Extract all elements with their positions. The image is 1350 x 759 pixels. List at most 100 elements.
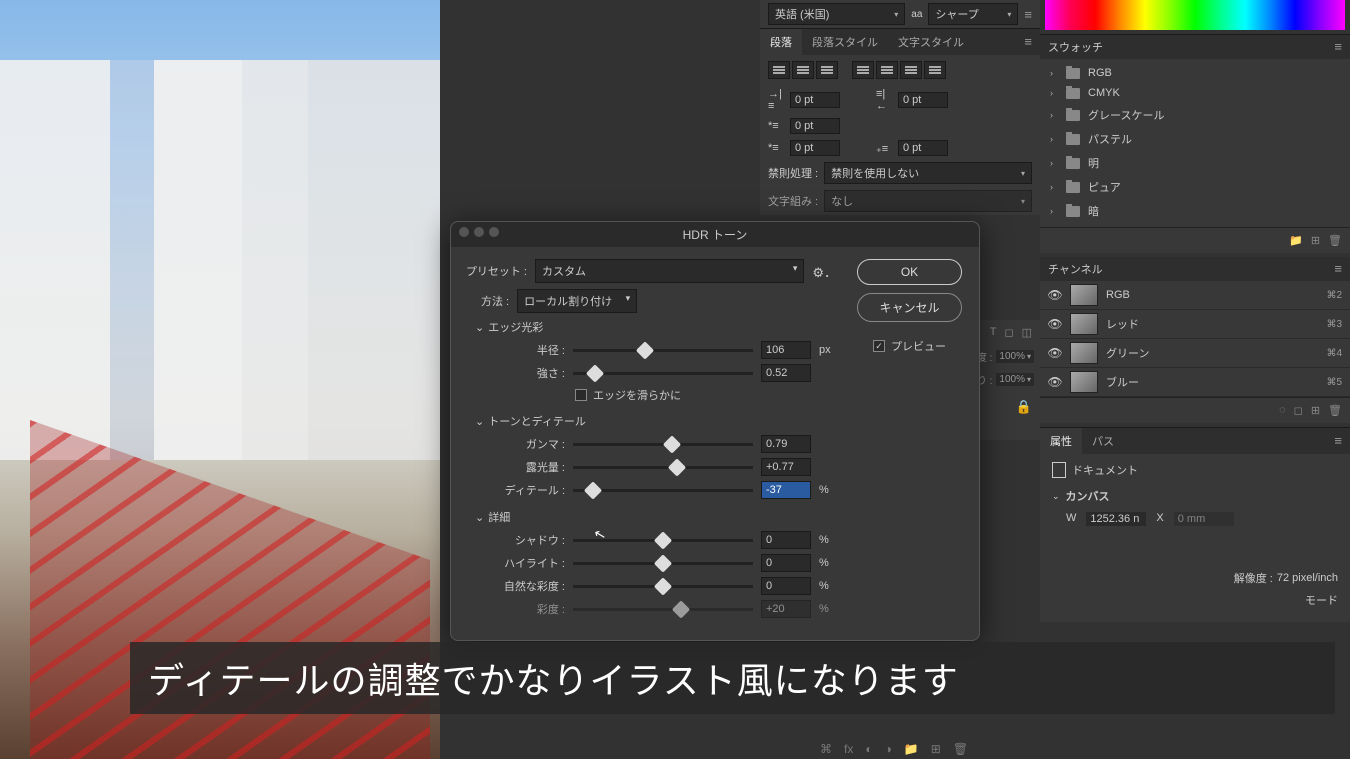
panel-menu-icon[interactable]: ≡ bbox=[1326, 428, 1350, 454]
opacity-value[interactable]: 100%▾ bbox=[996, 350, 1034, 363]
section-advanced[interactable]: ⌄詳細 bbox=[475, 509, 837, 525]
channel-rgb[interactable]: 👁 RGB⌘2 bbox=[1040, 281, 1350, 310]
zoom-icon[interactable] bbox=[489, 227, 499, 237]
swatch-group-pastel[interactable]: ›パステル bbox=[1040, 127, 1350, 151]
color-spectrum[interactable] bbox=[1045, 0, 1345, 30]
channel-blue[interactable]: 👁 ブルー⌘5 bbox=[1040, 368, 1350, 397]
lock-icon[interactable]: 🔒 bbox=[1016, 399, 1032, 414]
section-edge-glow[interactable]: ⌄エッジ光彩 bbox=[475, 319, 837, 335]
radius-value[interactable]: 106 bbox=[761, 341, 811, 359]
swatch-group-grayscale[interactable]: ›グレースケール bbox=[1040, 103, 1350, 127]
smart-icon[interactable]: ◫ bbox=[1022, 326, 1032, 339]
space-after-input[interactable] bbox=[898, 140, 948, 156]
ok-button[interactable]: OK bbox=[857, 259, 962, 285]
shadow-slider[interactable] bbox=[573, 539, 753, 542]
panel-menu-icon[interactable]: ≡ bbox=[1024, 7, 1032, 22]
folder-icon bbox=[1066, 88, 1080, 99]
panel-menu-icon[interactable]: ≡ bbox=[1334, 39, 1342, 55]
eye-icon[interactable]: 👁 bbox=[1048, 317, 1062, 331]
tab-paragraph-style[interactable]: 段落スタイル bbox=[802, 29, 888, 55]
eye-icon[interactable]: 👁 bbox=[1048, 375, 1062, 389]
new-channel-icon[interactable]: ⊞ bbox=[1311, 404, 1320, 417]
fx-icon[interactable]: fx bbox=[844, 742, 853, 756]
swatch-group-light[interactable]: ›明 bbox=[1040, 151, 1350, 175]
indent-first-input[interactable] bbox=[790, 118, 840, 134]
vibrance-value[interactable]: 0 bbox=[761, 577, 811, 595]
mojikumi-select[interactable]: なし ▾ bbox=[824, 190, 1032, 212]
highlight-slider[interactable] bbox=[573, 562, 753, 565]
save-selection-icon[interactable]: ◻ bbox=[1294, 404, 1303, 417]
shadow-value[interactable]: 0 bbox=[761, 531, 811, 549]
link-icon[interactable]: ⌘ bbox=[820, 742, 832, 756]
detail-slider[interactable] bbox=[573, 489, 753, 492]
exposure-slider[interactable] bbox=[573, 466, 753, 469]
detail-value[interactable]: -37 bbox=[761, 481, 811, 499]
align-center-button[interactable] bbox=[792, 61, 814, 79]
folder-icon[interactable]: 📁 bbox=[904, 742, 919, 756]
fill-value[interactable]: 100%▾ bbox=[996, 373, 1034, 386]
panel-menu-icon[interactable]: ≡ bbox=[1334, 261, 1342, 277]
highlight-value[interactable]: 0 bbox=[761, 554, 811, 572]
radius-slider[interactable] bbox=[573, 349, 753, 352]
tab-paths[interactable]: パス bbox=[1082, 428, 1124, 454]
width-value[interactable]: 1252.36 n bbox=[1086, 512, 1146, 526]
strength-slider[interactable] bbox=[573, 372, 753, 375]
strength-value[interactable]: 0.52 bbox=[761, 364, 811, 382]
close-icon[interactable] bbox=[459, 227, 469, 237]
panel-menu-icon[interactable]: ≡ bbox=[1016, 29, 1040, 55]
dialog-titlebar[interactable]: HDR トーン bbox=[451, 222, 979, 247]
load-selection-icon[interactable]: ◌ bbox=[1279, 404, 1286, 417]
justify-left-button[interactable] bbox=[852, 61, 874, 79]
align-right-button[interactable] bbox=[816, 61, 838, 79]
chevron-down-icon: ⌄ bbox=[475, 321, 484, 334]
gamma-slider[interactable] bbox=[573, 443, 753, 446]
gear-icon[interactable]: ⚙． bbox=[812, 262, 837, 281]
swatch-group-cmyk[interactable]: ›CMYK bbox=[1040, 83, 1350, 103]
new-folder-icon[interactable]: 📁 bbox=[1289, 234, 1303, 247]
channel-green[interactable]: 👁 グリーン⌘4 bbox=[1040, 339, 1350, 368]
minimize-icon[interactable] bbox=[474, 227, 484, 237]
method-select[interactable]: ローカル割り付け ▾ bbox=[517, 289, 637, 313]
tab-properties[interactable]: 属性 bbox=[1040, 428, 1082, 454]
smooth-edges-checkbox[interactable] bbox=[575, 389, 587, 401]
vibrance-slider[interactable] bbox=[573, 585, 753, 588]
chevron-down-icon[interactable]: ⌄ bbox=[1052, 491, 1060, 502]
cancel-button[interactable]: キャンセル bbox=[857, 293, 962, 322]
indent-right-input[interactable] bbox=[898, 92, 948, 108]
x-value[interactable]: 0 mm bbox=[1174, 512, 1234, 526]
mask-icon[interactable]: ◐ bbox=[865, 742, 872, 756]
type-icon[interactable]: T bbox=[990, 326, 997, 339]
new-swatch-icon[interactable]: ⊞ bbox=[1311, 234, 1320, 247]
swatch-group-pure[interactable]: ›ピュア bbox=[1040, 175, 1350, 199]
eye-icon[interactable]: 👁 bbox=[1048, 288, 1062, 302]
new-layer-icon[interactable]: ⊞ bbox=[931, 742, 941, 756]
preview-checkbox[interactable] bbox=[873, 340, 885, 352]
trash-icon[interactable]: 🗑 bbox=[1328, 234, 1342, 247]
adjustment-icon[interactable]: ◑ bbox=[885, 742, 892, 756]
trash-icon[interactable]: 🗑 bbox=[953, 742, 968, 756]
trash-icon[interactable]: 🗑 bbox=[1328, 404, 1342, 417]
chevron-down-icon: ▾ bbox=[894, 10, 898, 19]
space-before-input[interactable] bbox=[790, 140, 840, 156]
saturation-value[interactable]: +20 bbox=[761, 600, 811, 618]
language-select[interactable]: 英語 (米国) ▾ bbox=[768, 3, 905, 25]
swatch-group-rgb[interactable]: ›RGB bbox=[1040, 63, 1350, 83]
align-left-button[interactable] bbox=[768, 61, 790, 79]
tab-char-style[interactable]: 文字スタイル bbox=[888, 29, 974, 55]
justify-all-button[interactable] bbox=[924, 61, 946, 79]
saturation-slider[interactable] bbox=[573, 608, 753, 611]
section-tone-detail[interactable]: ⌄トーンとディテール bbox=[475, 413, 837, 429]
preset-select[interactable]: カスタム ▾ bbox=[535, 259, 804, 283]
eye-icon[interactable]: 👁 bbox=[1048, 346, 1062, 360]
justify-center-button[interactable] bbox=[876, 61, 898, 79]
channel-red[interactable]: 👁 レッド⌘3 bbox=[1040, 310, 1350, 339]
shape-icon[interactable]: ◻ bbox=[1004, 326, 1013, 339]
kinsoku-select[interactable]: 禁則を使用しない ▾ bbox=[824, 162, 1032, 184]
tab-paragraph[interactable]: 段落 bbox=[760, 29, 802, 55]
justify-right-button[interactable] bbox=[900, 61, 922, 79]
indent-left-input[interactable] bbox=[790, 92, 840, 108]
exposure-value[interactable]: +0.77 bbox=[761, 458, 811, 476]
antialias-select[interactable]: シャープ ▾ bbox=[928, 3, 1018, 25]
swatch-group-dark[interactable]: ›暗 bbox=[1040, 199, 1350, 223]
gamma-value[interactable]: 0.79 bbox=[761, 435, 811, 453]
